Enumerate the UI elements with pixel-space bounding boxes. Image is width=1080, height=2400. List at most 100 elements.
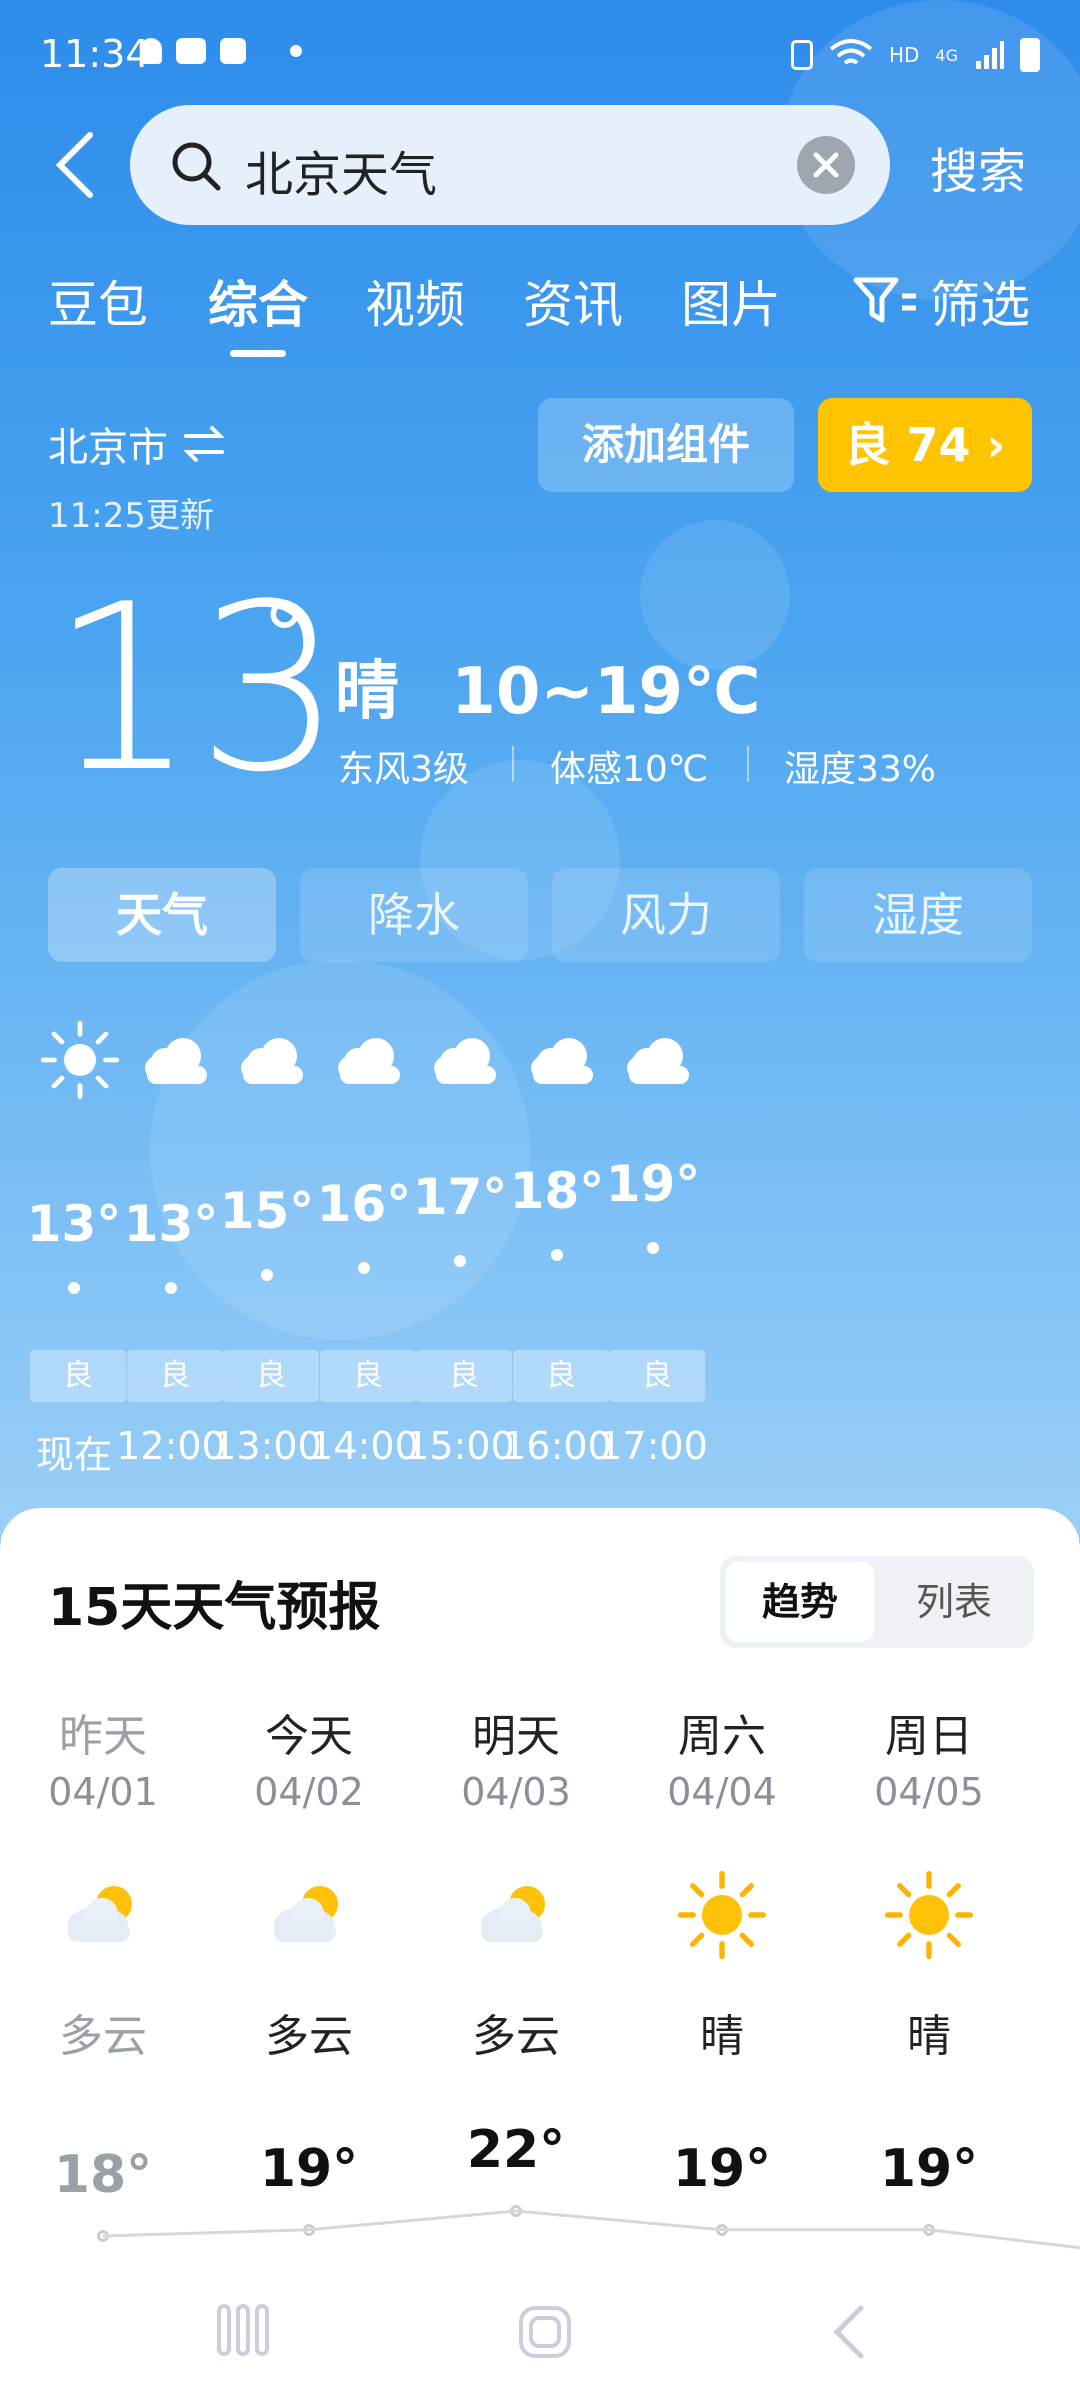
temp-point [261,1268,273,1281]
day-name: 周六 [678,1711,766,1762]
signal-icon [976,41,1004,69]
temp-point [716,2223,728,2236]
humidity: 湿度33% [784,749,937,790]
sun-icon [677,1870,767,1960]
aqi-badge[interactable]: 良 74 › [818,398,1032,492]
search-icon [172,142,221,191]
tab-doubao[interactable]: 豆包 [48,265,148,337]
tab-weather[interactable]: 天气 [48,868,276,962]
filter-icon [853,277,916,323]
degree-symbol: ° [262,584,307,689]
navigation-bar [0,2280,1080,2400]
back-nav-icon[interactable] [825,2302,875,2362]
wind-info: 东风3级 [338,749,469,790]
hourly-time: 17:00 [598,1424,708,1468]
swap-icon [183,426,225,462]
current-condition: 晴 10~19℃ [335,640,761,732]
temp-point [68,1282,80,1294]
day-condition: 多云 [265,2011,353,2062]
search-button[interactable]: 搜索 [930,132,1026,202]
forecast-title: 15天天气预报 [48,1578,381,1638]
divider [512,746,514,782]
chevron-right-icon: › [986,418,1006,472]
day-date: 04/04 [667,1770,777,1814]
day-date: 04/03 [461,1770,571,1814]
temp-point [358,1262,370,1274]
day-high-temp: 19° [259,2138,359,2199]
day-date: 04/02 [254,1770,364,1814]
search-input[interactable]: 北京天气 [245,135,437,205]
wifi-icon [829,39,873,65]
clear-icon[interactable] [796,135,856,195]
hourly-aqi-badge: 良 [609,1350,705,1402]
tab-news[interactable]: 资讯 [523,265,623,337]
update-time: 11:25更新 [48,496,214,536]
day-condition: 晴 [700,2011,744,2062]
temp-point [303,2223,315,2236]
status-right-icons: HD 4G [790,38,1040,72]
battery-saver-icon [790,40,813,70]
hd-indicator: HD [888,43,920,67]
divider [747,746,749,782]
temp-point [551,1248,563,1261]
partly-cloudy-icon [481,1886,545,1942]
dot-icon [290,45,302,57]
tab-general[interactable]: 综合 [208,265,308,337]
day-name: 今天 [265,1711,353,1762]
temp-point [647,1242,659,1254]
day-name: 昨天 [59,1711,147,1762]
tab-video[interactable]: 视频 [365,265,465,337]
status-left-icons [140,38,302,64]
day-high-temp: 22° [466,2120,566,2180]
day-high-temp: 18° [53,2145,153,2205]
tab-images[interactable]: 图片 [681,265,781,337]
notification-icon [140,38,162,64]
day-condition: 晴 [907,2011,951,2062]
temp-point [510,2205,522,2217]
temp-point [165,1282,177,1294]
hourly-temp: 19° [605,1155,701,1213]
view-toggle: 趋势 列表 [720,1556,1034,1648]
status-time: 11:34 [40,32,150,76]
back-icon[interactable] [50,130,100,200]
aqi-label: 良 74 [844,418,971,472]
battery-icon [1020,38,1040,72]
day-date: 04/01 [48,1770,158,1814]
add-widget-button[interactable]: 添加组件 [538,398,794,492]
temperature-range: 10~19℃ [451,655,761,729]
cloud-icon [627,1038,689,1084]
active-tab-indicator [230,350,286,357]
list-toggle[interactable]: 列表 [880,1562,1028,1642]
status-bar: 11:34 HD 4G [0,0,1080,110]
filter-button[interactable]: 筛选 [850,265,1030,337]
day-name: 周日 [885,1711,973,1762]
city-selector[interactable]: 北京市 [48,415,226,473]
tab-humidity[interactable]: 湿度 [804,868,1032,962]
signal-4g-indicator: 4G [935,45,958,65]
tab-wind[interactable]: 风力 [552,868,780,962]
temp-point [454,1255,466,1268]
temp-point [923,2223,935,2236]
partly-cloudy-icon [68,1886,132,1942]
day-condition: 多云 [472,2011,560,2062]
day-high-temp: 19° [672,2138,772,2199]
temp-point [97,2230,109,2242]
day-high-temp: 19° [879,2138,979,2199]
trend-toggle[interactable]: 趋势 [726,1562,874,1642]
voicemail-icon [176,38,206,64]
condition-text: 晴 [335,655,399,729]
day-condition: 多云 [59,2011,147,2062]
partly-cloudy-icon [274,1886,338,1942]
day-date: 04/05 [874,1770,984,1814]
app-icon [220,38,246,64]
city-name: 北京市 [48,425,168,471]
recents-icon[interactable] [215,2302,271,2358]
hourly-item[interactable]: 19° 良 17:00 [579,1020,727,1500]
feels-like: 体感10℃ [550,749,709,790]
search-bar[interactable] [130,105,890,225]
day-name: 明天 [472,1711,560,1762]
filter-label: 筛选 [930,276,1030,334]
tab-precipitation[interactable]: 降水 [300,868,528,962]
category-tabs: 豆包 综合 视频 资讯 图片 筛选 [0,265,1080,345]
home-icon[interactable] [515,2302,575,2362]
